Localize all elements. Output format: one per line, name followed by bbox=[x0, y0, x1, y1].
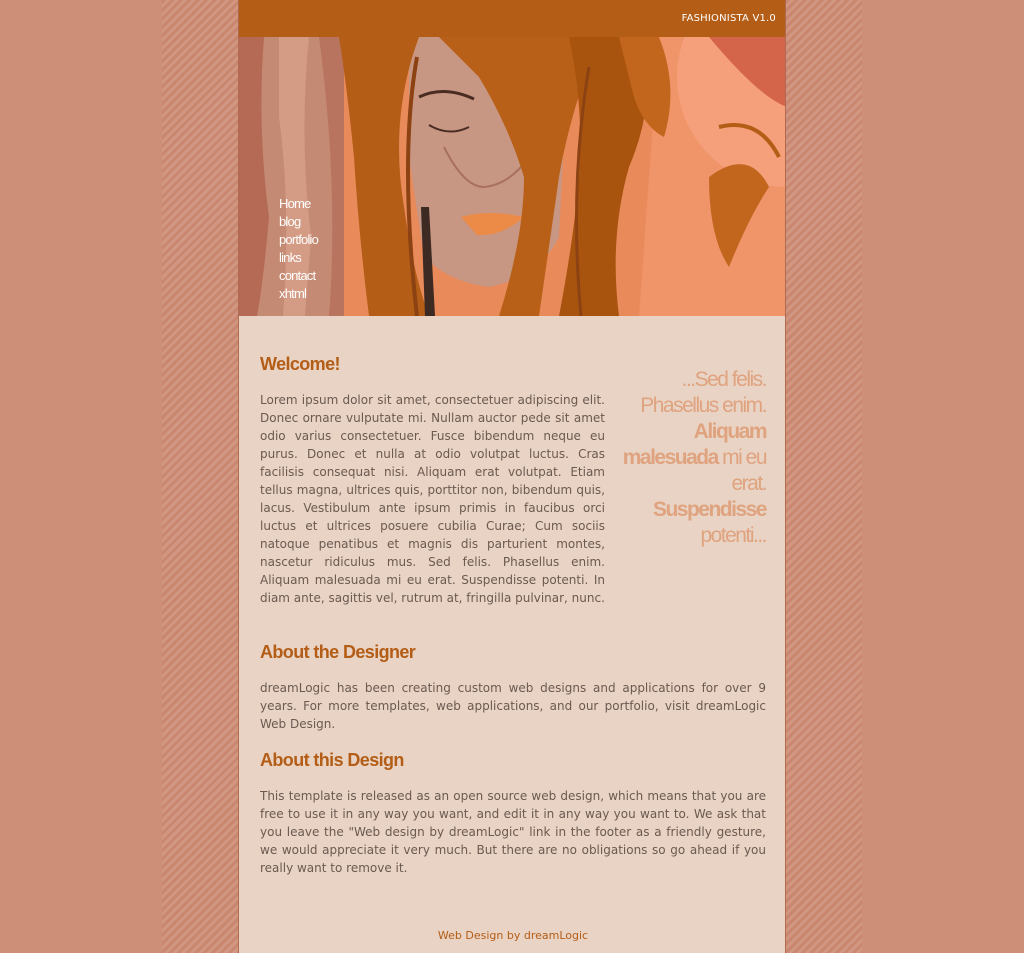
design-heading: About this Design bbox=[260, 750, 404, 770]
site-title: FASHIONISTA V1.0 bbox=[681, 13, 776, 24]
left-stripe-border bbox=[162, 0, 238, 953]
designer-heading: About the Designer bbox=[260, 642, 416, 662]
top-bar: FASHIONISTA V1.0 bbox=[239, 0, 785, 37]
footer-credit-link[interactable]: Web Design by dreamLogic bbox=[239, 929, 787, 942]
pull-quote-bold2: Suspendisse bbox=[652, 498, 768, 521]
welcome-section: Welcome! Lorem ipsum dolor sit amet, con… bbox=[260, 354, 605, 607]
welcome-body: Lorem ipsum dolor sit amet, consectetuer… bbox=[260, 393, 605, 605]
nav-item-contact[interactable]: contact bbox=[279, 267, 318, 285]
right-stripe-border bbox=[786, 0, 862, 953]
designer-body: dreamLogic has been creating custom web … bbox=[260, 681, 766, 731]
main-nav: Home blog portfolio links contact xhtml bbox=[279, 195, 319, 303]
nav-item-home[interactable]: Home bbox=[279, 195, 318, 213]
nav-item-portfolio[interactable]: portfolio bbox=[279, 231, 319, 249]
design-body: This template is released as an open sou… bbox=[260, 789, 766, 875]
banner-illustration bbox=[239, 37, 785, 316]
pull-quote-part1: ...Sed felis. Phasellus enim. bbox=[640, 368, 767, 417]
page-container: FASHIONISTA V1.0 Home blog portfolio lin… bbox=[238, 0, 786, 953]
design-section: About this Design This template is relea… bbox=[260, 750, 766, 877]
nav-item-xhtml[interactable]: xhtml bbox=[279, 285, 318, 303]
designer-section: About the Designer dreamLogic has been c… bbox=[260, 642, 766, 733]
nav-item-blog[interactable]: blog bbox=[279, 213, 318, 231]
pull-quote-part2: mi eu erat. bbox=[717, 446, 767, 495]
pull-quote: ...Sed felis. Phasellus enim. Aliquam ma… bbox=[618, 367, 768, 549]
pull-quote-part3: potenti... bbox=[700, 524, 767, 547]
header-banner: Home blog portfolio links contact xhtml bbox=[239, 37, 785, 316]
nav-item-links[interactable]: links bbox=[279, 249, 318, 267]
welcome-heading: Welcome! bbox=[260, 354, 341, 374]
